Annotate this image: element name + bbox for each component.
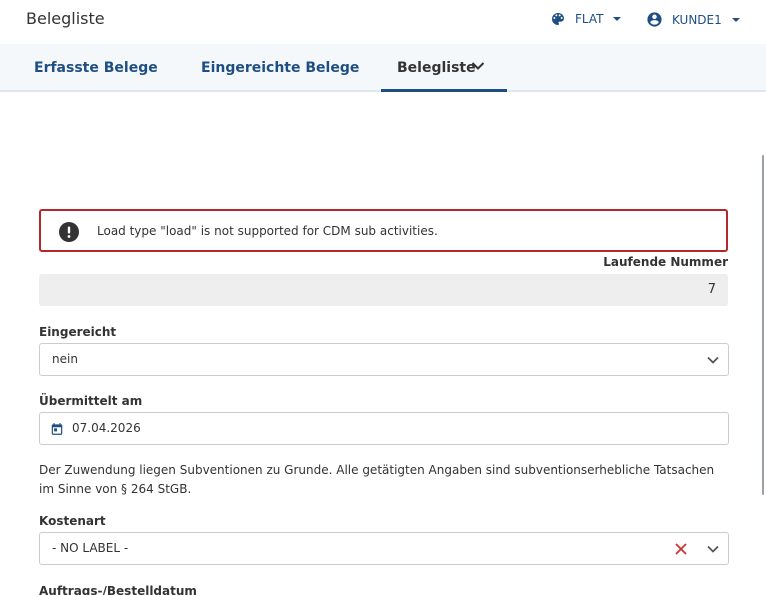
laufende-nummer-label: Laufende Nummer	[603, 255, 728, 269]
theme-label: FLAT	[575, 12, 604, 26]
calendar-icon[interactable]	[50, 422, 64, 436]
clear-icon[interactable]	[675, 543, 687, 555]
alert-message: Load type "load" is not supported for CD…	[97, 224, 438, 238]
chevron-down-icon[interactable]	[471, 61, 485, 71]
tab-belegliste[interactable]: Belegliste	[397, 44, 476, 92]
uebermittelt-label: Übermittelt am	[39, 394, 143, 408]
account-circle-icon	[647, 12, 662, 27]
tab-eingereichte-belege[interactable]: Eingereichte Belege	[201, 44, 359, 92]
laufende-nummer-value: 7	[707, 282, 716, 297]
eingereicht-select[interactable]: nein	[39, 343, 729, 376]
auftragsdatum-label: Auftrags-/Bestelldatum	[39, 584, 197, 595]
error-alert: Load type "load" is not supported for CD…	[39, 209, 728, 252]
top-bar: Belegliste FLAT KUNDE1	[0, 0, 766, 44]
theme-menu-button[interactable]: FLAT	[550, 11, 622, 27]
eingereicht-label: Eingereicht	[39, 325, 117, 339]
palette-icon	[552, 13, 564, 25]
kostenart-select[interactable]: - NO LABEL -	[39, 532, 729, 565]
page-title: Belegliste	[26, 9, 105, 28]
caret-down-icon	[613, 17, 622, 21]
subvention-notice: Der Zuwendung liegen Subventionen zu Gru…	[39, 463, 715, 496]
caret-down-icon	[731, 17, 740, 22]
active-tab-indicator	[381, 89, 507, 92]
eingereicht-value: nein	[52, 352, 78, 366]
tab-erfasste-belege[interactable]: Erfasste Belege	[34, 44, 158, 92]
user-menu-button[interactable]: KUNDE1	[646, 11, 741, 28]
kostenart-value: - NO LABEL -	[52, 541, 129, 555]
kostenart-label: Kostenart	[39, 514, 106, 528]
scrollbar[interactable]	[762, 155, 764, 495]
uebermittelt-value: 07.04.2026	[72, 421, 141, 435]
chevron-down-icon[interactable]	[706, 542, 720, 556]
user-label: KUNDE1	[672, 12, 722, 27]
chevron-down-icon[interactable]	[706, 353, 720, 367]
laufende-nummer-field: 7	[39, 274, 728, 306]
exclamation-icon	[59, 222, 79, 242]
tab-bar: Erfasste Belege Eingereichte Belege Bele…	[0, 44, 766, 92]
uebermittelt-date-field[interactable]: 07.04.2026	[39, 412, 729, 445]
